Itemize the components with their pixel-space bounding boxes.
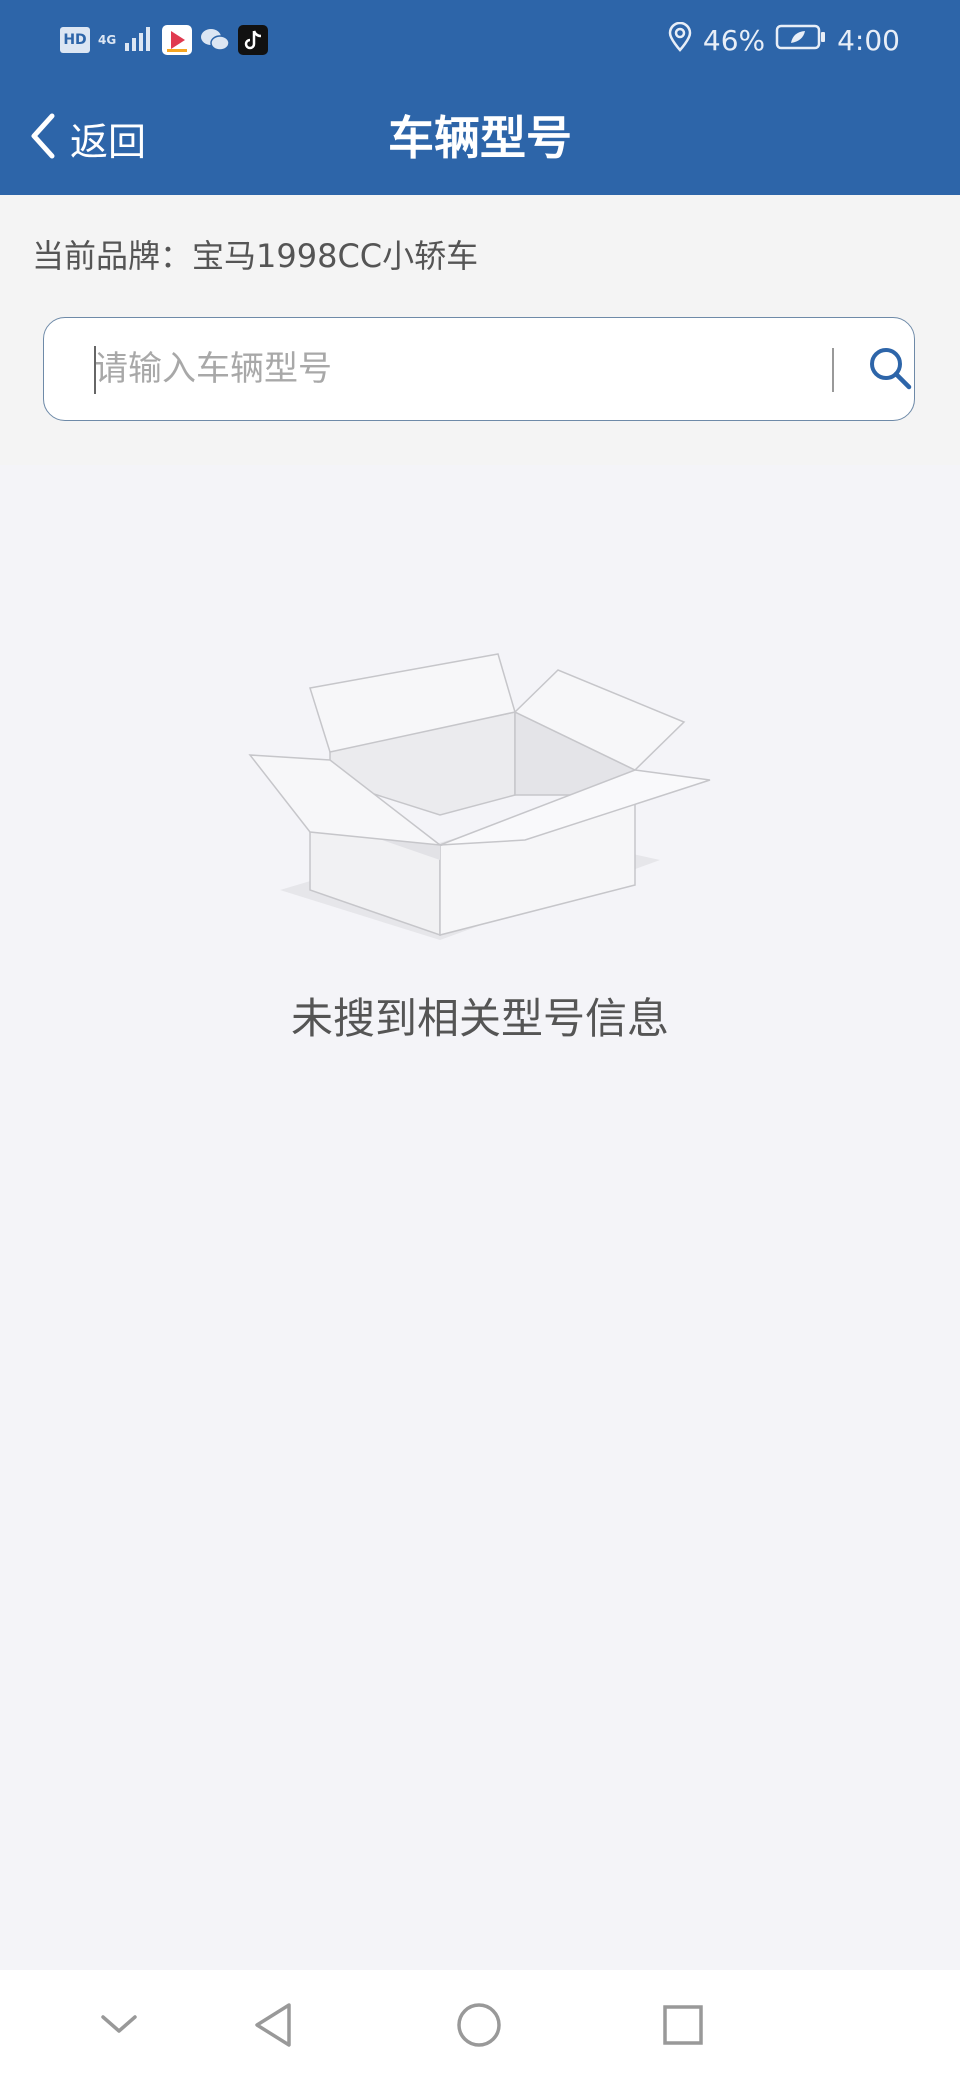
back-button[interactable]: 返回 bbox=[28, 108, 146, 168]
status-bar-left: HD 4G bbox=[60, 22, 269, 58]
nav-recents-button[interactable] bbox=[648, 1992, 718, 2062]
search-button[interactable] bbox=[854, 334, 926, 406]
current-brand: 当前品牌： 宝马1998CC小轿车 bbox=[32, 231, 478, 277]
tiktok-icon bbox=[238, 25, 269, 55]
location-icon bbox=[667, 21, 693, 59]
network-type-label: 4G bbox=[98, 33, 117, 47]
empty-message: 未搜到相关型号信息 bbox=[290, 994, 669, 1043]
recents-square-icon bbox=[661, 2003, 705, 2051]
system-nav-bar bbox=[0, 1970, 960, 2080]
home-circle-icon bbox=[455, 2001, 503, 2053]
search-box bbox=[43, 317, 915, 421]
nav-back-button[interactable] bbox=[238, 1992, 308, 2062]
current-brand-value: 宝马1998CC小轿车 bbox=[192, 237, 479, 275]
signal-icon bbox=[124, 25, 154, 55]
status-bar-right: 46% 4:00 bbox=[667, 20, 900, 60]
app-header: HD 4G 46% 4:00 车辆型号 返回 bbox=[0, 0, 960, 195]
chevron-left-icon bbox=[28, 112, 58, 164]
wechat-icon bbox=[200, 25, 230, 55]
search-icon bbox=[867, 345, 913, 395]
search-divider bbox=[832, 348, 834, 392]
battery-percent: 46% bbox=[702, 23, 766, 57]
current-brand-label: 当前品牌： bbox=[32, 237, 193, 275]
nav-row: 车辆型号 返回 bbox=[0, 98, 960, 180]
brand-search-section: 当前品牌： 宝马1998CC小轿车 bbox=[0, 195, 960, 465]
nav-home-button[interactable] bbox=[444, 1992, 514, 2062]
clock-time: 4:00 bbox=[837, 23, 900, 57]
collapse-button[interactable] bbox=[84, 1992, 154, 2062]
hd-badge-icon: HD bbox=[60, 27, 90, 53]
battery-icon bbox=[775, 23, 827, 58]
empty-box-icon bbox=[240, 640, 720, 944]
collapse-icon bbox=[99, 2013, 139, 2041]
text-cursor bbox=[94, 346, 96, 394]
video-app-icon bbox=[162, 25, 193, 55]
back-triangle-icon bbox=[251, 2001, 295, 2053]
search-input[interactable] bbox=[94, 336, 854, 402]
back-label: 返回 bbox=[70, 119, 147, 164]
